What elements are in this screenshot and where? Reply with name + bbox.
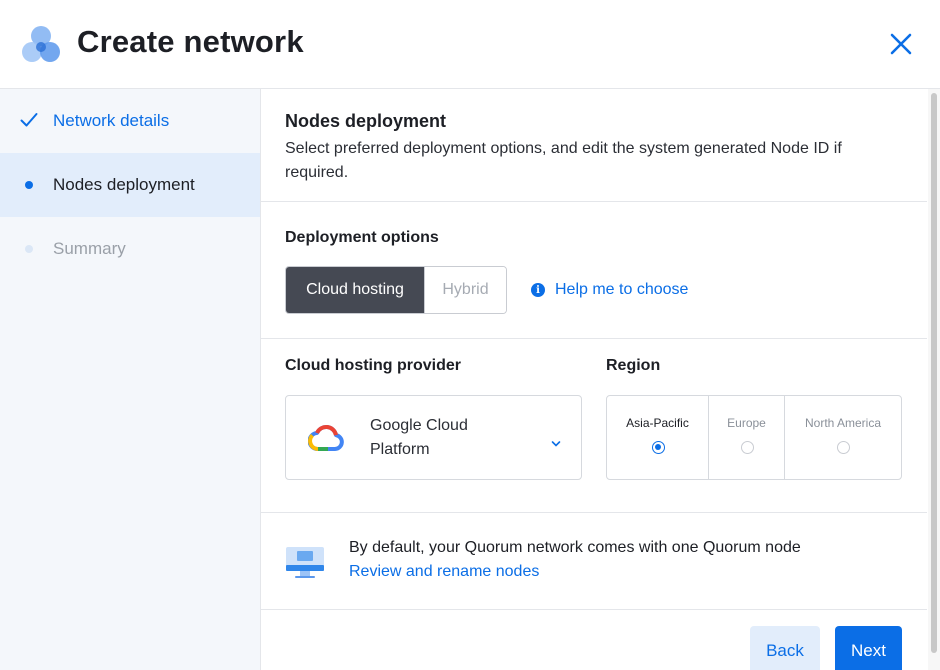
google-cloud-icon <box>308 425 344 451</box>
chevron-down-icon <box>551 441 561 447</box>
info-icon: i <box>531 283 545 297</box>
section-title: Nodes deployment <box>285 111 447 131</box>
vertical-scrollbar[interactable] <box>928 89 940 670</box>
wizard-steps-sidebar: Network details Nodes deployment Summary <box>0 89 261 670</box>
section-description: Select preferred deployment options, and… <box>285 140 842 181</box>
region-name: Asia-Pacific <box>626 416 689 430</box>
review-rename-nodes-link[interactable]: Review and rename nodes <box>349 563 539 581</box>
network-logo-icon <box>22 26 60 62</box>
help-me-choose-link[interactable]: i Help me to choose <box>531 281 688 299</box>
step-nodes-deployment[interactable]: Nodes deployment <box>0 153 260 217</box>
node-info-text: By default, your Quorum network comes wi… <box>349 539 801 556</box>
region-name: North America <box>804 416 882 430</box>
page-title: Create network <box>77 24 304 59</box>
help-link-label: Help me to choose <box>555 281 689 298</box>
region-selector: Asia-Pacific Europe North America <box>606 395 902 480</box>
step-summary[interactable]: Summary <box>0 217 260 281</box>
region-name: Europe <box>727 416 766 430</box>
computer-monitor-icon <box>286 547 324 578</box>
step-network-details[interactable]: Network details <box>0 89 260 153</box>
close-icon[interactable] <box>889 32 913 56</box>
check-icon <box>20 113 38 127</box>
step-label: Network details <box>53 111 170 130</box>
region-label: Region <box>606 357 661 374</box>
pending-step-dot-icon <box>25 245 33 253</box>
deployment-segmented-control: Cloud hosting Hybrid <box>285 266 507 314</box>
provider-label: Cloud hosting provider <box>285 357 461 374</box>
active-step-dot-icon <box>25 181 33 189</box>
back-button[interactable]: Back <box>750 626 820 670</box>
step-label: Summary <box>53 239 126 258</box>
dialog-header: Create network <box>0 0 940 89</box>
region-asia-pacific[interactable]: Asia-Pacific <box>607 396 708 479</box>
step-label: Nodes deployment <box>53 175 195 194</box>
radio-selected[interactable] <box>651 441 665 454</box>
region-europe[interactable]: Europe <box>708 396 784 479</box>
hybrid-option[interactable]: Hybrid <box>424 267 506 313</box>
next-button[interactable]: Next <box>835 626 902 670</box>
cloud-hosting-option[interactable]: Cloud hosting <box>286 267 424 313</box>
cloud-provider-select[interactable]: Google Cloud Platform <box>285 395 582 480</box>
radio-unselected[interactable] <box>740 441 754 454</box>
region-north-america[interactable]: North America <box>784 396 901 479</box>
divider <box>261 609 927 610</box>
divider <box>261 512 927 513</box>
divider <box>261 338 927 339</box>
radio-unselected[interactable] <box>837 441 850 454</box>
scrollbar-thumb[interactable] <box>931 93 937 653</box>
deployment-options-label: Deployment options <box>285 229 439 246</box>
main-content: Nodes deployment Select preferred deploy… <box>261 89 927 670</box>
divider <box>261 201 927 202</box>
provider-name: Google Cloud Platform <box>370 417 468 458</box>
